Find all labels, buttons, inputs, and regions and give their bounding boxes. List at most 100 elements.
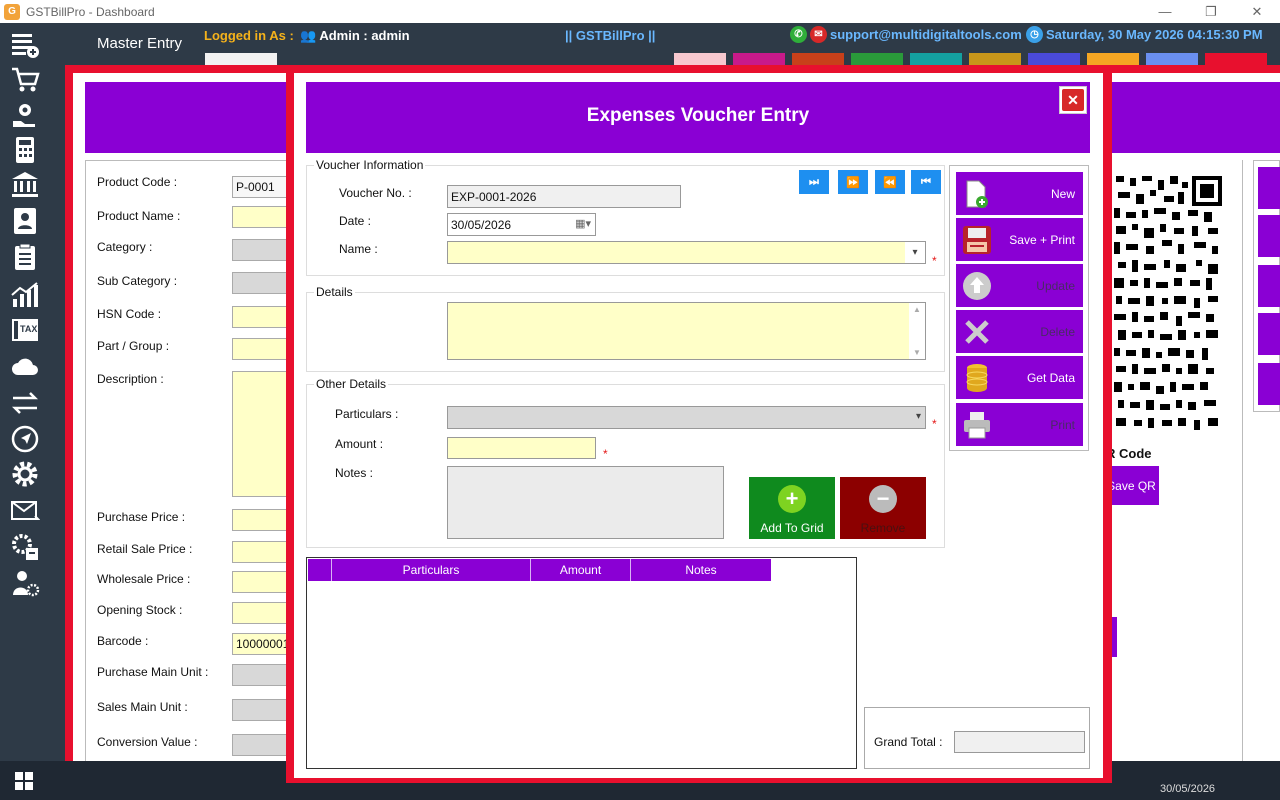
clock-icon: ◷ [1026, 26, 1043, 43]
support-email[interactable]: support@multidigitaltools.com [830, 27, 1022, 42]
clipboard-icon[interactable] [8, 241, 42, 273]
minimize-button[interactable]: — [1142, 0, 1188, 23]
particulars-label: Particulars : [335, 407, 399, 421]
opening-stock-field[interactable] [232, 602, 292, 624]
background-action-button[interactable] [1258, 363, 1280, 405]
mail-icon: ✉ [810, 26, 827, 43]
wholesale-price-field[interactable] [232, 571, 292, 593]
windows-start-icon[interactable] [0, 761, 48, 800]
tax-icon[interactable]: TAX [8, 314, 42, 346]
notes-textarea[interactable] [447, 466, 724, 539]
delete-button[interactable]: Delete [956, 310, 1083, 353]
notes-label: Notes : [335, 466, 374, 480]
product-code-field[interactable]: P-0001 [232, 176, 292, 198]
mail-icon[interactable] [8, 495, 42, 527]
delete-x-icon [962, 317, 992, 347]
scroll-up-icon[interactable]: ▲ [913, 305, 921, 314]
cloud-icon[interactable] [8, 351, 42, 383]
amount-field[interactable] [447, 437, 596, 459]
update-button[interactable]: Update [956, 264, 1083, 307]
print-button[interactable]: Print [956, 403, 1083, 446]
details-textarea[interactable]: ▲ ▼ [447, 302, 926, 360]
name-dropdown[interactable]: ▾ [447, 241, 926, 264]
voucher-no-field[interactable]: EXP-0001-2026 [447, 185, 681, 208]
grid-header-particulars[interactable]: Particulars [332, 559, 531, 581]
sub-category-field[interactable] [232, 272, 292, 294]
scroll-down-icon[interactable]: ▼ [913, 348, 921, 357]
new-button[interactable]: New [956, 172, 1083, 215]
particulars-dropdown[interactable]: ▾ [447, 406, 926, 429]
remove-button[interactable]: − Remove [840, 477, 926, 539]
grid-header-select [308, 559, 332, 581]
navigate-icon[interactable] [8, 423, 42, 455]
save-print-label: Save + Print [1009, 233, 1075, 247]
product-code-label: Product Code : [97, 175, 178, 189]
background-action-button[interactable] [1258, 215, 1280, 257]
hsn-code-field[interactable] [232, 306, 292, 328]
grid-header-amount[interactable]: Amount [531, 559, 631, 581]
delete-label: Delete [1040, 325, 1075, 339]
sidebar: TAX [0, 23, 50, 761]
users-icon: 👥 [300, 28, 317, 43]
minus-circle-icon: − [869, 485, 897, 513]
details-title: Details [314, 285, 355, 299]
config-icon[interactable] [8, 531, 42, 563]
cart-icon[interactable] [8, 64, 42, 96]
save-qr-button[interactable]: Save QR [1104, 466, 1159, 505]
bank-icon[interactable] [8, 169, 42, 201]
voucher-grid[interactable] [306, 557, 857, 769]
date-label: Date : [339, 214, 372, 228]
calendar-dropdown-icon[interactable]: ▦▾ [575, 217, 591, 230]
current-user-text: Admin : admin [319, 28, 410, 43]
chevron-down-icon[interactable]: ▾ [916, 411, 921, 422]
part-group-field[interactable] [232, 338, 292, 360]
category-field[interactable] [232, 239, 292, 261]
purchase-price-field[interactable] [232, 509, 292, 531]
grand-total-field[interactable] [954, 731, 1085, 753]
retail-sale-price-field[interactable] [232, 541, 292, 563]
details-scrollbar[interactable]: ▲ ▼ [909, 303, 925, 359]
settings-icon[interactable] [8, 458, 42, 490]
add-to-grid-label: Add To Grid [760, 521, 824, 535]
get-data-label: Get Data [1026, 371, 1075, 385]
grid-header-notes[interactable]: Notes [631, 559, 771, 581]
last-record-button[interactable]: ⏭ [799, 170, 829, 194]
hand-gear-icon[interactable] [8, 99, 42, 131]
previous-record-button[interactable]: ⏪ [875, 170, 905, 194]
close-window-button[interactable]: ✕ [1234, 0, 1280, 23]
chevron-down-icon[interactable]: ▾ [905, 242, 925, 263]
transfer-icon[interactable] [8, 387, 42, 419]
barcode-label: Barcode : [97, 634, 149, 648]
app-logo-icon: G [4, 3, 20, 20]
background-action-button[interactable] [1258, 313, 1280, 355]
next-record-button[interactable]: ⏩ [838, 170, 868, 194]
window-title: GSTBillPro - Dashboard [26, 4, 155, 19]
color-strip [205, 53, 1280, 65]
user-settings-icon[interactable] [8, 567, 42, 599]
close-icon: ✕ [1062, 89, 1084, 111]
calculator-icon[interactable] [8, 134, 42, 166]
get-data-button[interactable]: Get Data [956, 356, 1083, 399]
chart-icon[interactable] [8, 279, 42, 311]
add-to-grid-button[interactable]: + Add To Grid [749, 477, 835, 539]
list-add-icon[interactable] [8, 29, 42, 61]
date-picker[interactable]: 30/05/2026 ▦▾ [447, 213, 596, 236]
purchase-price-label: Purchase Price : [97, 510, 186, 524]
close-dialog-button[interactable]: ✕ [1059, 86, 1087, 114]
first-record-button[interactable]: ⏮ [911, 170, 941, 194]
product-name-field[interactable] [232, 206, 292, 228]
grand-total-label: Grand Total : [874, 735, 943, 749]
contact-card-icon[interactable] [8, 205, 42, 237]
background-action-button[interactable] [1258, 167, 1280, 209]
background-action-button[interactable] [1258, 265, 1280, 307]
save-print-button[interactable]: Save + Print [956, 218, 1083, 261]
restore-button[interactable]: ❐ [1188, 0, 1234, 23]
barcode-field[interactable]: 10000001 [232, 633, 292, 655]
sales-main-unit-field[interactable] [232, 699, 292, 721]
conversion-value-field[interactable] [232, 734, 292, 756]
description-field[interactable] [232, 371, 292, 497]
datetime-display: ◷ Saturday, 30 May 2026 04:15:30 PM [1026, 26, 1263, 43]
datetime-text: Saturday, 30 May 2026 04:15:30 PM [1046, 27, 1263, 42]
amount-label: Amount : [335, 437, 384, 451]
purchase-main-unit-field[interactable] [232, 664, 292, 686]
